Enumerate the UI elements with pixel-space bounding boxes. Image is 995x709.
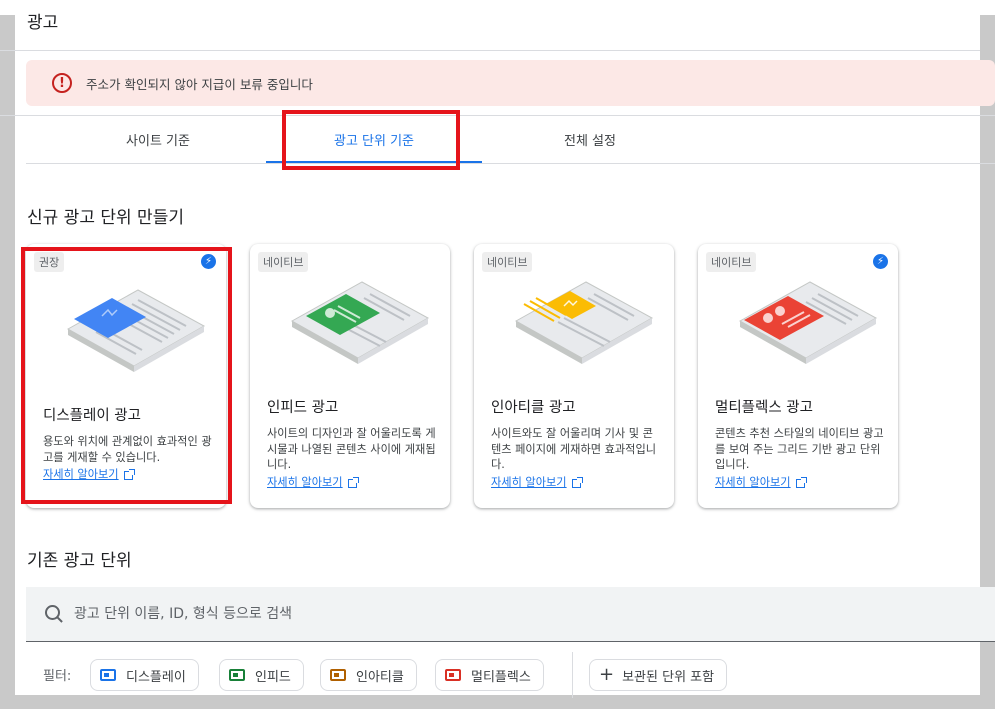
learn-more-label: 자세히 알아보기 (491, 476, 567, 489)
filter-chip-label: 멀티플렉스 (471, 669, 531, 685)
in-article-ad-card[interactable]: 네이티브 인아티클 광고 사이트와도 잘 어울리며 기사 및 콘텐츠 페이지에 … (474, 244, 674, 508)
multiplex-ad-illustration (738, 281, 878, 364)
external-link-icon (795, 476, 807, 488)
page-title: 광고 (27, 13, 59, 33)
native-badge: 네이티브 (482, 252, 533, 272)
payment-hold-alert: ! 주소가 확인되지 않아 지급이 보류 중입니다 (26, 60, 995, 106)
in-feed-ad-illustration (290, 281, 430, 364)
card-title: 인피드 광고 (267, 400, 339, 416)
multiplex-ad-card[interactable]: 네이티브 ⚡ 멀티플렉스 광고 콘텐츠 추천 스타일의 네이티브 광고를 보여 … (698, 244, 898, 508)
include-archived-label: 보관된 단위 포함 (622, 669, 715, 685)
card-description: 사이트와도 잘 어울리며 기사 및 콘텐츠 페이지에 게재하면 효과적입니다. (491, 427, 657, 471)
in-feed-ad-card[interactable]: 네이티브 인피드 광고 사이트의 디자인과 잘 어울리도록 게시물과 나열된 콘… (250, 244, 450, 508)
card-title: 멀티플렉스 광고 (715, 400, 813, 416)
in-article-format-icon (330, 669, 346, 681)
native-badge: 네이티브 (258, 252, 309, 272)
title-divider (0, 50, 995, 51)
filter-chip-display[interactable]: 디스플레이 (90, 659, 199, 691)
include-archived-button[interactable]: + 보관된 단위 포함 (589, 659, 728, 691)
filter-chip-label: 인아티클 (356, 669, 404, 685)
card-title: 인아티클 광고 (491, 400, 576, 416)
card-description: 사이트의 디자인과 잘 어울리도록 게시물과 나열된 콘텐츠 사이에 게재됩니다… (267, 427, 436, 471)
learn-more-label: 자세히 알아보기 (715, 476, 791, 489)
tabs-bottom-divider (26, 163, 995, 164)
filter-divider (572, 652, 573, 698)
error-icon: ! (52, 73, 72, 93)
card-description: 콘텐츠 추천 스타일의 네이티브 광고를 보여 주는 그리드 기반 광고 단위입… (715, 427, 884, 471)
learn-more-link[interactable]: 자세히 알아보기 (491, 474, 666, 490)
top-strip (0, 0, 995, 15)
multiplex-format-icon (445, 669, 461, 681)
alert-text: 주소가 확인되지 않아 지급이 보류 중입니다 (86, 76, 313, 92)
learn-more-link[interactable]: 자세히 알아보기 (715, 474, 890, 490)
filter-chip-in-feed[interactable]: 인피드 (219, 659, 304, 691)
in-article-ad-illustration (514, 281, 654, 364)
search-input[interactable] (74, 606, 674, 622)
external-link-icon (571, 476, 583, 488)
external-link-icon (347, 476, 359, 488)
in-feed-format-icon (229, 669, 245, 681)
filter-label: 필터: (43, 669, 72, 684)
plus-icon: + (599, 664, 615, 685)
existing-ad-unit-heading: 기존 광고 단위 (27, 551, 132, 571)
ad-unit-search-bar (26, 587, 995, 642)
learn-more-label: 자세히 알아보기 (267, 476, 343, 489)
filter-chip-label: 인피드 (255, 669, 291, 685)
search-icon (44, 604, 64, 624)
display-card-highlight-box (21, 247, 232, 504)
display-format-icon (100, 669, 116, 681)
tabs-top-divider (0, 115, 995, 116)
filter-chip-label: 디스플레이 (126, 669, 186, 685)
filter-chip-multiplex[interactable]: 멀티플렉스 (435, 659, 544, 691)
learn-more-link[interactable]: 자세히 알아보기 (267, 474, 442, 490)
filter-chip-in-article[interactable]: 인아티클 (320, 659, 417, 691)
native-badge: 네이티브 (706, 252, 757, 272)
tab-global-settings[interactable]: 전체 설정 (482, 130, 698, 152)
tab-by-site[interactable]: 사이트 기준 (50, 130, 266, 152)
new-ad-unit-heading: 신규 광고 단위 만들기 (27, 208, 184, 228)
tab-highlight-box (282, 110, 460, 170)
bolt-icon: ⚡ (873, 254, 888, 269)
